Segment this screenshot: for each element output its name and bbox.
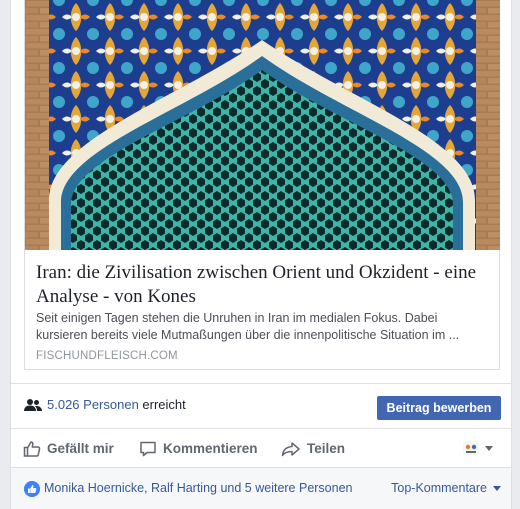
social-context-row: Monika Hoernicke, Ralf Harting und 5 wei… xyxy=(11,467,511,509)
share-label: Teilen xyxy=(307,441,346,456)
post-reach-row: 5.026 Personen erreicht Beitrag bewerben xyxy=(11,383,511,428)
facebook-post-card: Iran: die Zivilisation zwischen Orient u… xyxy=(10,0,512,509)
link-title[interactable]: Iran: die Zivilisation zwischen Orient u… xyxy=(36,261,491,309)
share-arrow-icon xyxy=(281,441,300,456)
comment-label: Kommentieren xyxy=(163,441,258,456)
reach-text: 5.026 Personen erreicht xyxy=(47,397,186,412)
comment-sort-dropdown[interactable]: Top-Kommentare xyxy=(391,481,501,495)
comment-button[interactable]: Kommentieren xyxy=(139,429,258,468)
chevron-down-icon xyxy=(493,485,501,491)
link-preview-image[interactable] xyxy=(25,0,500,250)
like-button[interactable]: Gefällt mir xyxy=(23,429,114,468)
thumbs-up-icon xyxy=(23,440,41,457)
persian-tile-archway-image xyxy=(25,0,500,250)
link-description: Seit einigen Tagen stehen die Unruhen in… xyxy=(36,311,460,342)
avatar-icon xyxy=(463,441,479,455)
boost-post-button[interactable]: Beitrag bewerben xyxy=(377,396,501,420)
comment-bubble-icon xyxy=(140,441,156,456)
comment-sort-label: Top-Kommentare xyxy=(391,481,487,495)
likers-link[interactable]: Monika Hoernicke, Ralf Harting und 5 wei… xyxy=(44,481,353,495)
people-icon xyxy=(24,399,42,411)
reach-count-link[interactable]: 5.026 Personen xyxy=(47,397,139,412)
link-domain: FISCHUNDFLEISCH.COM xyxy=(36,350,178,362)
chevron-down-icon xyxy=(485,445,493,451)
post-actions-bar: Gefällt mir Kommentieren Teilen xyxy=(11,428,511,467)
reach-suffix: erreicht xyxy=(142,397,186,412)
link-preview[interactable]: Iran: die Zivilisation zwischen Orient u… xyxy=(24,0,500,370)
post-as-selector[interactable] xyxy=(463,441,493,455)
like-reaction-icon xyxy=(24,481,40,497)
like-label: Gefällt mir xyxy=(47,441,114,456)
share-button[interactable]: Teilen xyxy=(281,429,345,468)
